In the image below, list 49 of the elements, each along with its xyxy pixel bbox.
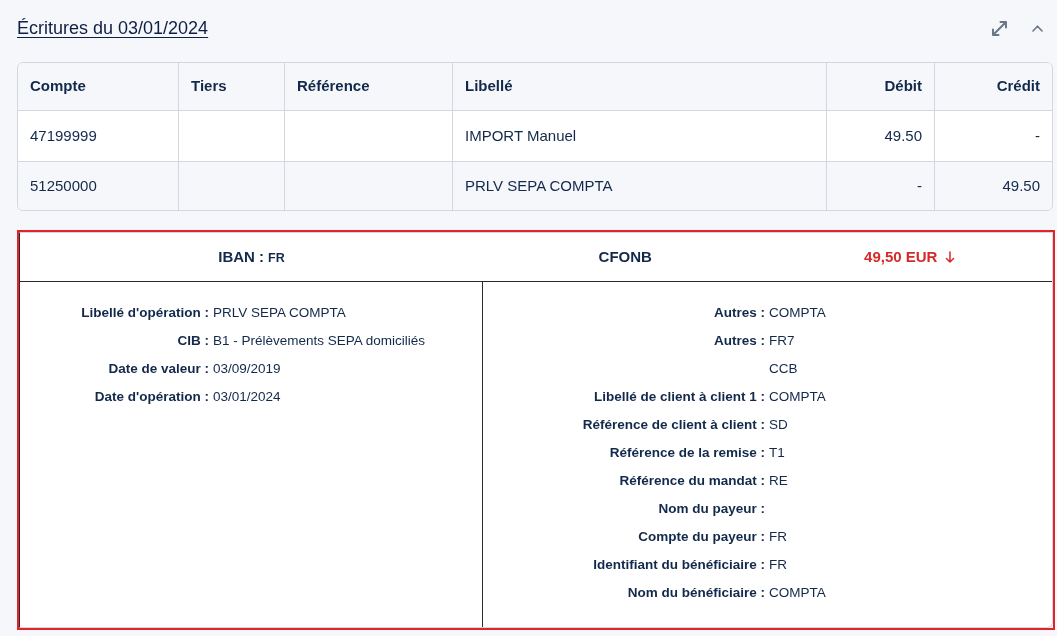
field-label: Nom du bénéficiaire : — [627, 583, 765, 602]
table-cell-text: - — [1035, 125, 1040, 146]
field-label: Identifiant du bénéficiaire : — [593, 555, 765, 574]
field-value: COMPTA — [768, 387, 826, 406]
field-label: Nom du payeur : — [658, 499, 765, 518]
field-label: Référence de la remise : — [609, 443, 765, 462]
chevron-up-icon[interactable] — [1032, 24, 1043, 32]
field-label: Référence de client à client : — [582, 415, 765, 434]
column-header: Débit — [884, 76, 922, 97]
expand-icon[interactable] — [991, 19, 1008, 37]
field-value: B1 - Prélèvements SEPA domiciliés — [212, 331, 426, 350]
field-label: Libellé de client à client 1 : — [593, 387, 765, 406]
field-label: Autres : — [714, 331, 765, 350]
field-value: PRLV SEPA COMPTA — [212, 303, 346, 322]
field-value: FR — [768, 555, 787, 574]
section-title-link[interactable]: Écritures du 03/01/2024 — [17, 14, 209, 42]
iban-value: FR — [268, 249, 285, 267]
table-cell-text: IMPORT Manuel — [465, 125, 577, 146]
field-value: COMPTA — [768, 583, 826, 602]
table-cell-text: 47199999 — [30, 125, 97, 146]
field-value: CCB — [768, 359, 798, 378]
column-header: Compte — [30, 76, 86, 97]
field-label: Référence du mandat : — [619, 471, 765, 490]
column-header: Tiers — [191, 76, 227, 97]
field-value: SD — [768, 415, 788, 434]
field-value: FR7 — [768, 331, 795, 350]
column-header: Référence — [297, 76, 370, 97]
field-label: Date de valeur : — [108, 359, 209, 378]
field-label: CIB : — [177, 331, 209, 350]
iban-label: IBAN : — [218, 246, 265, 267]
field-value: 03/09/2019 — [212, 359, 281, 378]
field-value: COMPTA — [768, 303, 826, 322]
format-label: CFONB — [598, 246, 652, 267]
field-label: Compte du payeur : — [638, 527, 765, 546]
field-label: Libellé d'opération : — [81, 303, 209, 322]
field-value: 03/01/2024 — [212, 387, 281, 406]
field-label: Autres : — [714, 303, 765, 322]
table-cell-text: PRLV SEPA COMPTA — [465, 175, 613, 196]
amount-text: 49,50 EUR — [864, 246, 938, 267]
table-cell-text: 51250000 — [30, 175, 97, 196]
table-cell-text: 49.50 — [1002, 175, 1040, 196]
table-cell-text: - — [917, 175, 922, 196]
field-value: RE — [768, 471, 788, 490]
column-header: Libellé — [465, 76, 513, 97]
column-header: Crédit — [996, 76, 1040, 97]
field-value: T1 — [768, 443, 785, 462]
field-label: Date d'opération : — [94, 387, 209, 406]
table-cell-text: 49.50 — [884, 125, 922, 146]
field-value: FR — [768, 527, 787, 546]
